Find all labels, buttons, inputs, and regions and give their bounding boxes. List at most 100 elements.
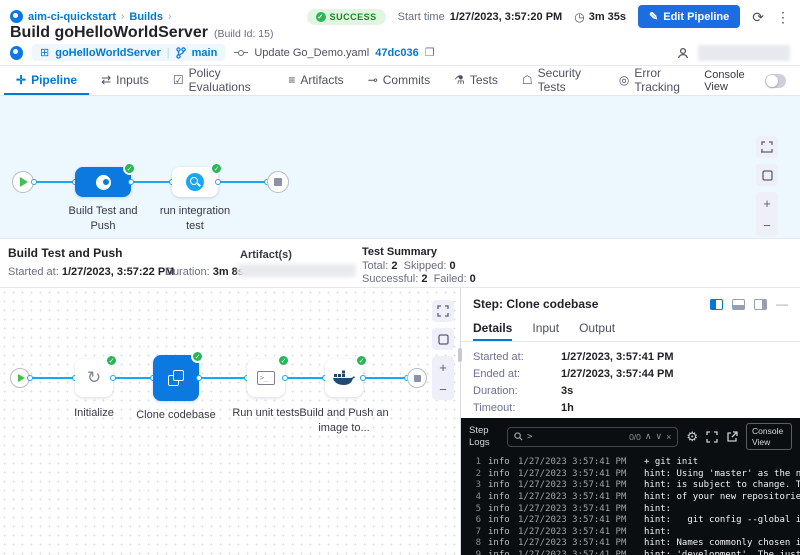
branch-icon [176,47,186,59]
shield-icon: ☖ [522,73,533,87]
start-time-value: 1/27/2023, 3:57:20 PM [450,11,563,23]
detail-row: Timeout:1h [473,402,788,414]
step-graph-canvas: ↻ ✓ ✓ >_ ✓ ✓ Initialize Clone codebase R… [0,288,460,555]
layout-split-view-button[interactable] [710,299,723,310]
stage-end-node[interactable] [407,368,427,388]
tests-icon: ⚗ [454,73,465,87]
tab-pipeline[interactable]: ✛Pipeline [4,66,89,95]
log-line: 9info1/27/2023 3:57:41 PMhint: 'developm… [467,550,800,555]
connector [131,181,172,183]
log-line: 4info1/27/2023 3:57:41 PMhint: of your n… [467,492,800,504]
search-prev-button[interactable]: ∧ [645,431,652,442]
tab-tests[interactable]: ⚗Tests [442,66,510,95]
tab-inputs[interactable]: ⇄Inputs [89,66,161,95]
page-title: Build goHelloWorldServer [10,24,208,42]
zoom-in-button[interactable]: + [756,192,778,214]
play-icon [18,374,25,382]
stage-node-build-test-and-push[interactable]: ✓ [75,167,131,197]
breadcrumb: aim-ci-quickstart › Builds › [10,10,171,23]
breadcrumb-builds-link[interactable]: Builds [129,11,163,23]
zoom-out-button[interactable]: − [432,378,454,400]
step-label: Clone codebase [126,408,226,423]
success-check-icon: ✓ [105,354,118,367]
stage-duration: Duration: 3m 8s [165,266,244,278]
connector [363,377,407,379]
refresh-button[interactable]: ⟳ [752,10,764,24]
expand-canvas-button[interactable] [756,136,778,158]
artifact-value-redacted [238,264,356,277]
stage-details-bar: Build Test and Push Started at: 1/27/202… [0,238,800,288]
docker-icon [333,370,355,386]
step-details-panel: Step: Clone codebase — Details Input Out… [460,288,800,555]
layout-bottom-view-button[interactable] [732,299,745,310]
ci-module-icon [10,46,23,60]
log-open-external-button[interactable] [726,431,738,443]
harness-logo-icon [10,10,23,23]
edit-pipeline-button[interactable]: ✎ Edit Pipeline [638,5,740,28]
test-summary-line2: Successful: 2 Failed: 0 [362,273,476,285]
search-icon [514,432,523,441]
success-check-icon: ✓ [210,162,223,175]
tab-error-tracking[interactable]: ◎Error Tracking [607,66,704,95]
repo-branch-pill[interactable]: ⊞ goHelloWorldServer | main [32,44,225,61]
terminal-icon: >_ [257,371,275,385]
detail-row: Duration:3s [473,385,788,397]
clone-codebase-icon [168,370,184,386]
tab-policy-evaluations[interactable]: ☑Policy Evaluations [161,66,276,95]
stage-label: Build Test and Push [63,204,143,234]
log-line: 2info1/27/2023 3:57:41 PMhint: Using 'ma… [467,469,800,481]
tab-details[interactable]: Details [473,316,512,341]
step-node-run-unit-tests[interactable]: >_ ✓ [247,359,285,397]
connector [30,377,75,379]
stage-node-run-integration-test[interactable]: ✓ [172,167,218,197]
success-check-icon: ✓ [123,162,136,175]
console-view-button[interactable]: Console View [746,423,792,450]
step-node-initialize[interactable]: ↻ ✓ [75,359,113,397]
test-summary-title: Test Summary [362,246,437,258]
zoom-out-button[interactable]: − [756,214,778,236]
minimize-panel-button[interactable]: — [776,298,788,310]
stop-icon [274,178,282,186]
tab-commits[interactable]: ⊸Commits [356,66,442,95]
policy-icon: ☑ [173,73,184,87]
elapsed-time: 3m 35s [589,11,626,23]
tab-artifacts[interactable]: ≡Artifacts [276,66,355,95]
connector [113,377,153,379]
copy-icon[interactable]: ❐ [425,46,435,59]
triggered-by-user-redacted [698,45,790,61]
step-details: Started at:1/27/2023, 3:57:41 PM Ended a… [461,342,800,428]
console-title: Step Logs [469,425,499,449]
step-node-clone-codebase[interactable]: ✓ [153,355,199,401]
more-options-button[interactable]: ⋮ [776,10,790,24]
search-clear-button[interactable]: × [666,432,671,442]
breadcrumb-project-link[interactable]: aim-ci-quickstart [28,11,116,23]
integration-test-icon [186,173,204,191]
stage-label: run integration test [155,204,235,234]
artifacts-label: Artifact(s) [240,249,292,261]
console-view-toggle[interactable] [765,74,786,88]
expand-canvas-button[interactable] [432,300,454,322]
step-node-build-and-push[interactable]: ✓ [325,359,363,397]
log-settings-gear-icon[interactable]: ⚙ [686,429,698,445]
connector [285,377,325,379]
log-fullscreen-button[interactable] [706,431,718,443]
step-label: Initialize [54,406,134,421]
artifacts-icon: ≡ [288,73,295,87]
tab-security-tests[interactable]: ☖Security Tests [510,66,607,95]
step-panel-tabs: Details Input Output [461,316,800,342]
commit-icon [234,50,248,56]
layout-right-view-button[interactable] [754,299,767,310]
fit-to-view-button[interactable] [756,164,778,186]
tab-output[interactable]: Output [579,316,615,341]
stage-started-at: Started at: 1/27/2023, 3:57:22 PM [8,266,174,278]
build-tabs: ✛Pipeline ⇄Inputs ☑Policy Evaluations ≡A… [0,66,800,96]
commit-hash-link[interactable]: 47dc036 [375,47,418,59]
panel-resize-handle[interactable] [458,348,462,362]
fit-to-view-button[interactable] [432,328,454,350]
pipeline-end-node[interactable] [267,171,289,193]
log-search-input[interactable]: > 0/0 ∧ ∨ × [507,427,678,447]
search-next-button[interactable]: ∨ [655,431,662,442]
zoom-in-button[interactable]: + [432,356,454,378]
connector [199,377,247,379]
tab-input[interactable]: Input [532,316,559,341]
